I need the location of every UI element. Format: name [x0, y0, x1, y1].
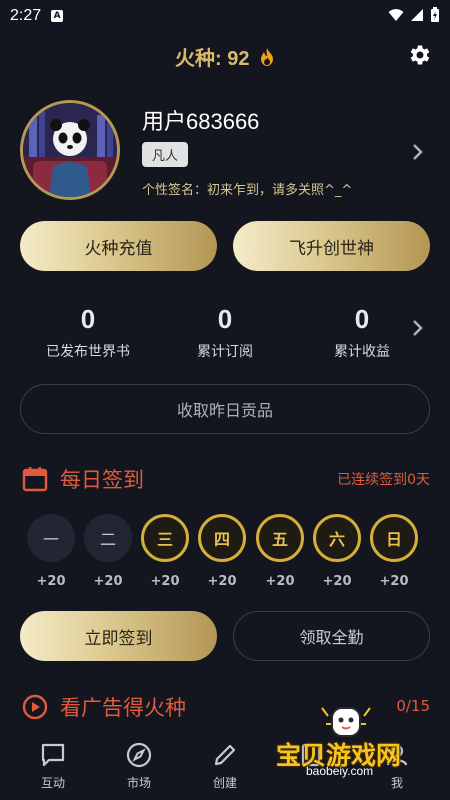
watermark: 宝贝游戏网 baobeiy.com [262, 702, 442, 782]
top-bar: 火种: 92 [0, 38, 450, 74]
checkin-button[interactable]: 立即签到 [20, 611, 217, 661]
day-reward: +20 [150, 574, 180, 589]
fire-count: 火种: 92 [0, 42, 450, 71]
rank-badge: 凡人 [142, 142, 189, 167]
wifi-icon [388, 9, 404, 21]
flame-icon [261, 48, 274, 66]
day-tue: 二 [84, 514, 132, 562]
day-reward: +20 [322, 574, 352, 589]
nav-label: 创建 [212, 776, 237, 790]
collect-tribute-button[interactable]: 收取昨日贡品 [20, 384, 430, 434]
stat-value: 0 [354, 304, 370, 334]
fire-count-label: 火种: 92 [174, 48, 250, 70]
notification-icon: A [51, 10, 64, 22]
recharge-button[interactable]: 火种充值 [20, 221, 217, 271]
day-thu[interactable]: 四 [198, 514, 246, 562]
compass-icon [126, 742, 152, 768]
nav-label: 互动 [40, 776, 65, 790]
day-reward: +20 [265, 574, 295, 589]
day-mon: 一 [27, 514, 75, 562]
day-sat[interactable]: 六 [313, 514, 361, 562]
nav-create[interactable]: 创建 [195, 742, 255, 791]
day-wed[interactable]: 三 [141, 514, 189, 562]
chevron-right-icon[interactable] [412, 142, 424, 167]
profile-card[interactable]: 用户683666 凡人 个性签名：初来乍到，请多关照^_^ [20, 100, 430, 205]
stat-published: 0 已发布世界书 [20, 304, 156, 361]
stat-label: 累计订阅 [197, 344, 253, 360]
watermark-url: baobeiy.com [306, 764, 374, 778]
day-reward: +20 [379, 574, 409, 589]
day-reward: +20 [36, 574, 66, 589]
day-reward: +20 [207, 574, 237, 589]
status-time: 2:27 [10, 7, 42, 24]
stat-label: 已发布世界书 [46, 344, 130, 360]
ad-reward-title: 看广告得火种 [60, 696, 186, 720]
checkin-days: 一 二 三 四 五 六 日 +20 +20 +20 +20 +20 +20 +2… [27, 514, 427, 594]
status-bar: 2:27 A [0, 0, 450, 32]
nav-interact[interactable]: 互动 [23, 742, 83, 791]
full-attendance-button[interactable]: 领取全勤 [233, 611, 430, 661]
avatar[interactable] [20, 100, 120, 200]
chevron-right-icon[interactable] [412, 318, 424, 343]
day-fri[interactable]: 五 [256, 514, 304, 562]
signature-text: 个性签名：初来乍到，请多关照^_^ [142, 183, 353, 198]
stat-value: 0 [80, 304, 96, 334]
stat-earnings: 0 累计收益 [294, 304, 430, 361]
day-sun[interactable]: 日 [370, 514, 418, 562]
nav-label: 市场 [126, 776, 151, 790]
gear-icon[interactable] [406, 42, 432, 68]
username: 用户683666 [142, 109, 260, 134]
checkin-streak: 已连续签到0天 [337, 472, 430, 488]
stat-value: 0 [217, 304, 233, 334]
chat-icon [41, 743, 65, 767]
calendar-icon [22, 467, 48, 492]
stat-label: 累计收益 [334, 344, 390, 360]
checkin-header: 每日签到 已连续签到0天 [20, 462, 430, 496]
pencil-icon [214, 744, 236, 766]
ascend-button[interactable]: 飞升创世神 [233, 221, 430, 271]
nav-market[interactable]: 市场 [109, 742, 169, 791]
play-circle-icon [22, 694, 48, 720]
panda-avatar-image [23, 103, 117, 197]
stat-subscriptions: 0 累计订阅 [157, 304, 293, 361]
stats-row[interactable]: 0 已发布世界书 0 累计订阅 0 累计收益 [20, 304, 430, 366]
checkin-title: 每日签到 [60, 468, 144, 492]
status-icons [388, 7, 440, 23]
battery-icon [431, 7, 439, 22]
signal-icon [411, 9, 423, 21]
day-reward: +20 [93, 574, 123, 589]
